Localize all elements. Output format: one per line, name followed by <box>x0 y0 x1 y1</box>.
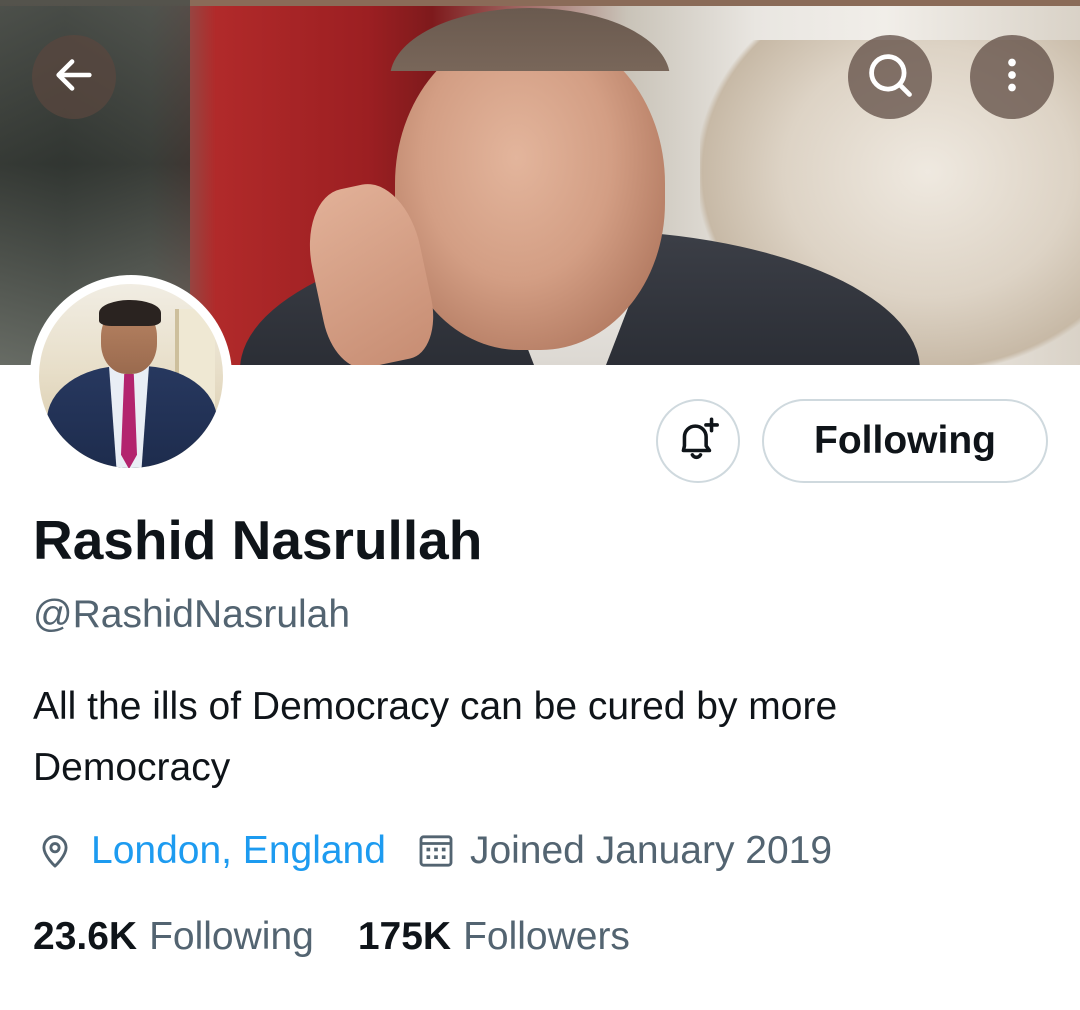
user-handle: @RashidNasrulah <box>33 593 351 636</box>
display-name: Rashid Nasrullah <box>33 509 483 571</box>
profile-bio: All the ills of Democracy can be cured b… <box>33 685 838 789</box>
more-vertical-icon <box>992 55 1032 100</box>
search-icon <box>864 49 916 106</box>
search-button[interactable] <box>848 35 932 119</box>
calendar-icon <box>414 829 458 873</box>
follow-stats: 23.6K Following 175K Followers <box>33 915 630 959</box>
joined-date: Joined January 2019 <box>469 829 833 872</box>
following-label: Following <box>149 915 314 958</box>
avatar-hair <box>99 300 161 326</box>
location-pin-icon <box>33 829 77 873</box>
following-count: 23.6K <box>33 915 138 958</box>
location-link[interactable]: London, England <box>91 829 386 873</box>
following-stat[interactable]: 23.6K Following <box>33 915 314 959</box>
followers-label: Followers <box>463 915 630 958</box>
more-options-button[interactable] <box>970 35 1054 119</box>
bell-plus-icon <box>673 414 723 469</box>
avatar-image <box>39 284 223 468</box>
banner-face <box>395 30 665 350</box>
arrow-left-icon <box>51 52 97 103</box>
followers-stat[interactable]: 175K Followers <box>358 915 630 959</box>
profile-meta: London, England Joined January 2019 <box>33 825 832 877</box>
notifications-button[interactable] <box>656 399 740 483</box>
followers-count: 175K <box>357 915 452 958</box>
avatar[interactable] <box>30 275 232 477</box>
back-button[interactable] <box>32 35 116 119</box>
following-button[interactable]: Following <box>762 399 1048 483</box>
